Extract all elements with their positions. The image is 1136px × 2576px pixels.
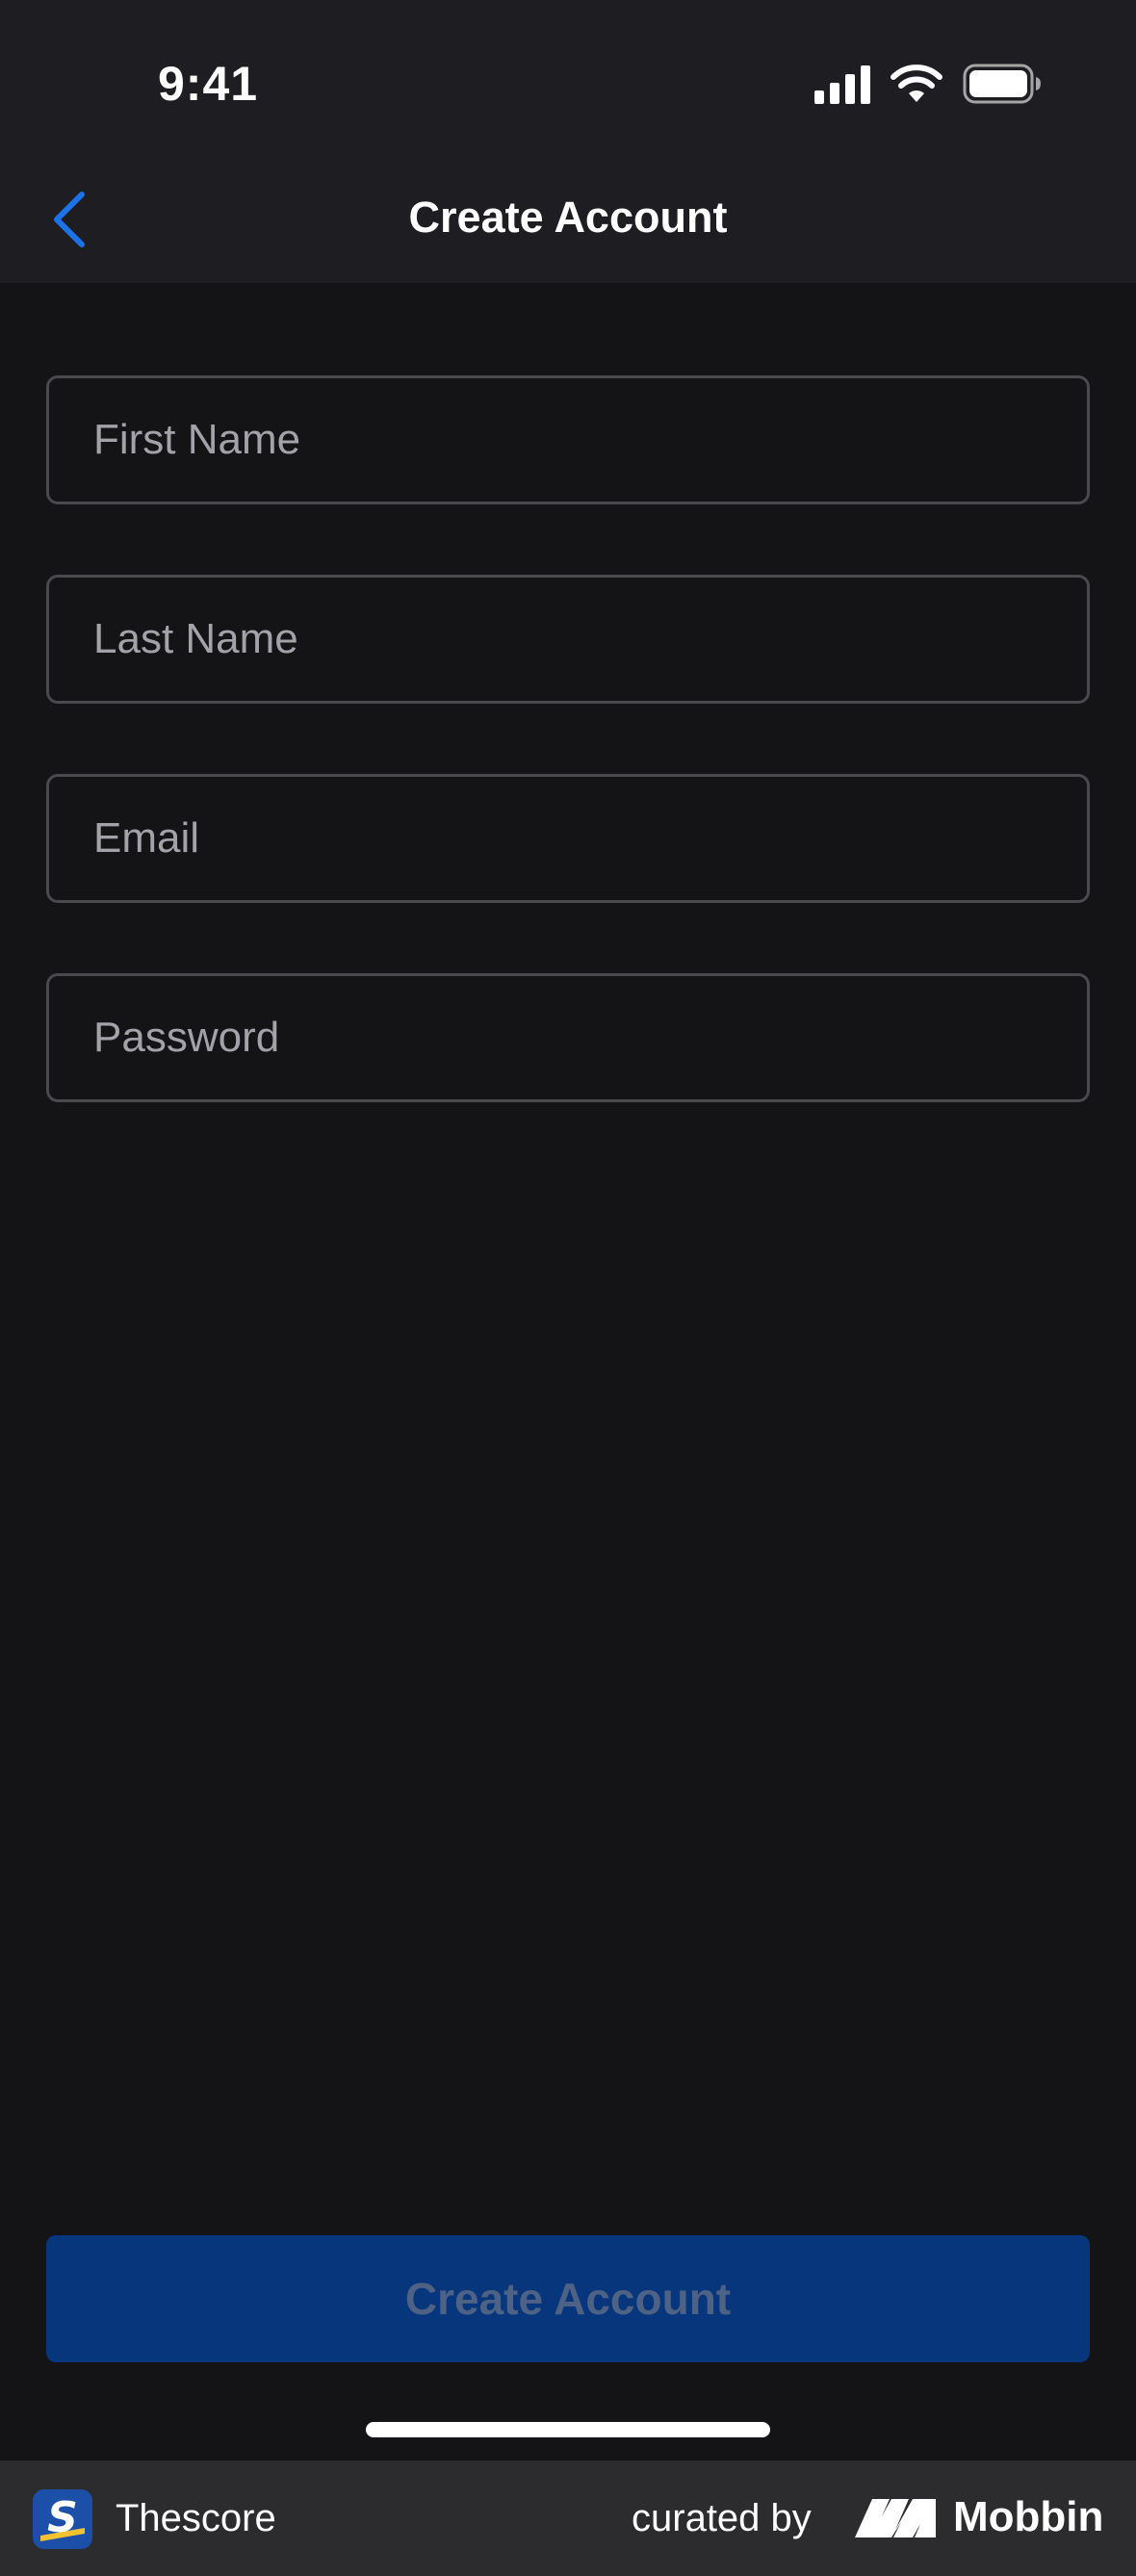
page-title: Create Account bbox=[408, 193, 728, 242]
password-field[interactable] bbox=[46, 973, 1090, 1102]
attribution-footer: S Thescore curated by Mobbin bbox=[0, 2460, 1136, 2576]
password-input[interactable] bbox=[49, 976, 1087, 1099]
last-name-field[interactable] bbox=[46, 575, 1090, 704]
battery-icon bbox=[963, 64, 1041, 104]
app-name: Thescore bbox=[116, 2497, 276, 2539]
first-name-field[interactable] bbox=[46, 375, 1090, 504]
create-account-screen: 9:41 Create Account First Name Last Name… bbox=[0, 0, 1136, 2576]
email-input[interactable] bbox=[49, 777, 1087, 900]
curated-by-label: curated by bbox=[632, 2497, 812, 2539]
cellular-signal-icon bbox=[814, 65, 870, 104]
svg-text:S: S bbox=[47, 2493, 78, 2542]
mobbin-logo-icon bbox=[855, 2499, 936, 2537]
email-field[interactable] bbox=[46, 774, 1090, 903]
top-bar: 9:41 Create Account bbox=[0, 0, 1136, 283]
create-account-button[interactable]: Create Account bbox=[46, 2235, 1090, 2362]
mobbin-brand-name: Mobbin bbox=[953, 2493, 1104, 2540]
thescore-logo-icon: S bbox=[33, 2489, 92, 2549]
first-name-input[interactable] bbox=[49, 378, 1087, 502]
status-time: 9:41 bbox=[158, 57, 259, 111]
last-name-input[interactable] bbox=[49, 578, 1087, 701]
wifi-icon bbox=[891, 64, 942, 102]
home-indicator bbox=[366, 2422, 770, 2437]
